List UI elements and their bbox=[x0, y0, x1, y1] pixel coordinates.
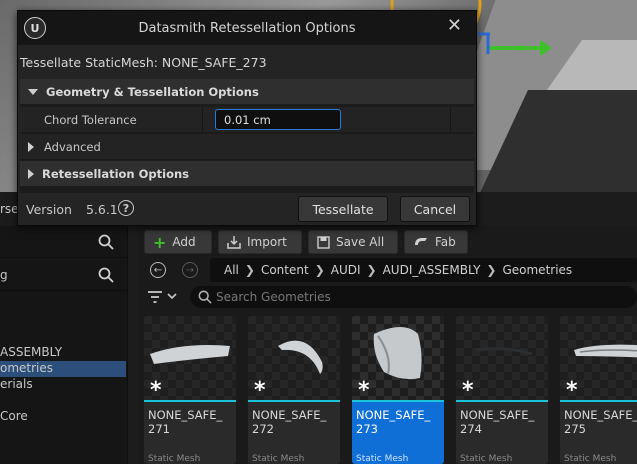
chevron-right-icon[interactable] bbox=[28, 141, 34, 152]
filter-icon bbox=[148, 291, 177, 303]
asset-type: Static Mesh bbox=[564, 454, 617, 464]
dialog-titlebar[interactable]: U Datasmith Retessellation Options ✕ bbox=[18, 11, 476, 45]
back-arrow-icon[interactable]: ← bbox=[150, 262, 166, 278]
breadcrumb-item[interactable]: AUDI bbox=[331, 263, 361, 277]
save-icon bbox=[317, 235, 330, 249]
retessellation-dialog: U Datasmith Retessellation Options ✕ Tes… bbox=[17, 10, 477, 226]
chevron-right-icon[interactable]: ❯ bbox=[367, 263, 377, 277]
close-icon[interactable]: ✕ bbox=[447, 15, 462, 36]
chevron-down-icon[interactable] bbox=[28, 88, 38, 95]
favorites-header bbox=[0, 226, 128, 258]
breadcrumb-item[interactable]: Content bbox=[261, 263, 309, 277]
save-all-button[interactable]: Save All bbox=[308, 230, 398, 254]
fab-button[interactable]: Fab bbox=[404, 230, 468, 254]
options-details-panel: Geometry & Tessellation Options Chord To… bbox=[20, 79, 474, 193]
tessellate-button[interactable]: Tessellate bbox=[298, 196, 388, 222]
section-label: Geometry & Tessellation Options bbox=[46, 84, 259, 99]
search-icon[interactable] bbox=[98, 234, 114, 250]
breadcrumb-item[interactable]: All bbox=[224, 263, 239, 277]
asset-name: NONE_SAFE_ 272 bbox=[252, 408, 327, 436]
cancel-button[interactable]: Cancel bbox=[400, 196, 470, 222]
chord-tolerance-label: Chord Tolerance bbox=[44, 113, 137, 127]
add-button[interactable]: + Add bbox=[144, 230, 212, 254]
chevron-right-icon[interactable]: ❯ bbox=[486, 263, 496, 277]
panel-tab-label[interactable]: rse bbox=[0, 202, 19, 216]
editor-window: rse g ASSEMBLY ometries erials Core + Ad… bbox=[0, 0, 637, 464]
chevron-right-icon[interactable] bbox=[28, 168, 34, 179]
asset-tile-selected[interactable]: * NONE_SAFE_ 273 Static Mesh bbox=[352, 316, 444, 464]
unsaved-asterisk-icon: * bbox=[254, 378, 266, 403]
search-placeholder: Search Geometries bbox=[216, 290, 331, 304]
help-icon[interactable]: ? bbox=[118, 200, 134, 216]
asset-tile[interactable]: * NONE_SAFE_ 274 Static Mesh bbox=[456, 316, 548, 464]
chord-tolerance-row: Chord Tolerance bbox=[20, 107, 474, 133]
tree-item-core[interactable]: Core bbox=[0, 409, 28, 425]
breadcrumb: All ❯ Content ❯ AUDI ❯ AUDI_ASSEMBLY ❯ G… bbox=[210, 258, 637, 282]
section-label: Retessellation Options bbox=[42, 166, 189, 181]
breadcrumb-item[interactable]: AUDI_ASSEMBLY bbox=[383, 263, 481, 277]
search-input[interactable]: Search Geometries bbox=[190, 286, 637, 308]
chevron-right-icon[interactable]: ❯ bbox=[315, 263, 325, 277]
asset-tile[interactable]: * NONE_SAFE_ 271 Static Mesh bbox=[144, 316, 236, 464]
breadcrumb-item[interactable]: Geometries bbox=[502, 263, 572, 277]
fab-label: Fab bbox=[435, 235, 456, 249]
asset-name: NONE_SAFE_ 271 bbox=[148, 408, 223, 436]
plus-icon: + bbox=[153, 232, 167, 252]
tree-item-materials[interactable]: erials bbox=[0, 377, 33, 393]
version-value: 5.6.1 bbox=[85, 202, 118, 217]
search-icon bbox=[198, 290, 212, 304]
advanced-subsection[interactable]: Advanced bbox=[20, 134, 474, 160]
asset-name: NONE_SAFE_ 273 bbox=[356, 408, 431, 436]
asset-type: Static Mesh bbox=[252, 454, 305, 464]
tree-item-geometries[interactable]: ometries bbox=[0, 361, 126, 377]
unsaved-asterisk-icon: * bbox=[150, 378, 162, 403]
dialog-title: Datasmith Retessellation Options bbox=[138, 21, 356, 36]
section-geometry-tessellation[interactable]: Geometry & Tessellation Options bbox=[20, 79, 474, 105]
chevron-right-icon[interactable]: ❯ bbox=[245, 263, 255, 277]
save-all-label: Save All bbox=[336, 235, 385, 249]
asset-tile[interactable]: * NONE_SAFE_ 272 Static Mesh bbox=[248, 316, 340, 464]
section-retessellation-options[interactable]: Retessellation Options bbox=[20, 161, 474, 187]
column-divider bbox=[450, 107, 451, 133]
import-icon bbox=[227, 236, 241, 249]
sources-filter-text[interactable]: g bbox=[0, 268, 8, 282]
version-label: Version bbox=[26, 202, 72, 217]
version-info: Version 5.6.1 bbox=[26, 202, 118, 217]
asset-type: Static Mesh bbox=[148, 454, 201, 464]
unsaved-asterisk-icon: * bbox=[566, 378, 578, 403]
asset-name: NONE_SAFE_ 275 bbox=[564, 408, 637, 436]
asset-type: Static Mesh bbox=[356, 454, 409, 464]
advanced-label: Advanced bbox=[44, 139, 101, 154]
chord-tolerance-input[interactable] bbox=[215, 109, 341, 130]
asset-tile[interactable]: * NONE_SAFE_ 275 Static Mesh bbox=[560, 316, 637, 464]
sources-search-row: g bbox=[0, 259, 128, 291]
add-label: Add bbox=[172, 235, 196, 249]
asset-name: NONE_SAFE_ 274 bbox=[460, 408, 535, 436]
import-label: Import bbox=[247, 235, 287, 249]
asset-view-panel: + Add Import Save All Fab ← → All ❯ Cont… bbox=[138, 226, 637, 464]
unsaved-asterisk-icon: * bbox=[462, 378, 474, 403]
forward-arrow-icon[interactable]: → bbox=[182, 262, 198, 278]
import-button[interactable]: Import bbox=[218, 230, 302, 254]
search-icon[interactable] bbox=[98, 267, 114, 283]
fab-icon bbox=[415, 238, 427, 245]
sources-panel: g ASSEMBLY ometries erials Core bbox=[0, 226, 128, 464]
column-divider[interactable] bbox=[202, 107, 203, 133]
unsaved-asterisk-icon: * bbox=[358, 378, 370, 403]
tree-item-assembly[interactable]: ASSEMBLY bbox=[0, 345, 62, 361]
asset-type: Static Mesh bbox=[460, 454, 513, 464]
filter-button[interactable] bbox=[146, 288, 182, 306]
dialog-subtitle: Tessellate StaticMesh: NONE_SAFE_273 bbox=[20, 55, 267, 70]
